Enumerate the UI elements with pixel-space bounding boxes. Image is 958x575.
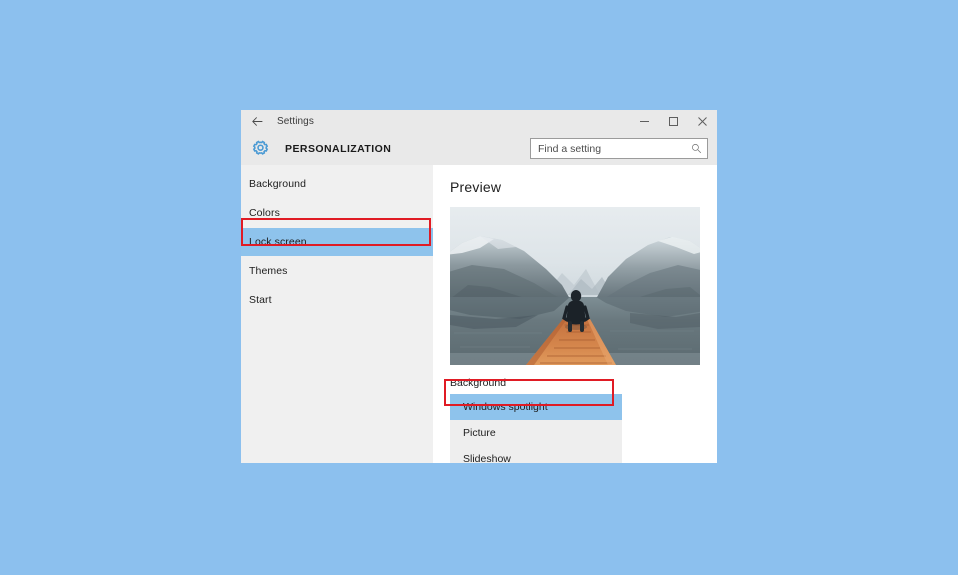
- sidebar-item-label: Background: [249, 178, 307, 190]
- background-option-label: Windows spotlight: [463, 401, 548, 413]
- maximize-button[interactable]: [659, 110, 688, 132]
- gear-icon: [252, 140, 269, 155]
- settings-window: Settings PERSONALIZATION Find a setting …: [241, 110, 717, 463]
- sidebar-item-colors[interactable]: Colors: [241, 199, 433, 227]
- search-box[interactable]: [530, 138, 708, 159]
- sidebar-item-themes[interactable]: Themes: [241, 257, 433, 285]
- background-option-picture[interactable]: Picture: [450, 420, 622, 446]
- maximize-icon: [669, 116, 678, 126]
- page-title: PERSONALIZATION: [285, 142, 392, 155]
- window-title: Settings: [277, 115, 314, 127]
- window-titlebar: Settings: [241, 110, 717, 132]
- close-button[interactable]: [688, 110, 717, 132]
- background-option-slideshow[interactable]: Slideshow: [450, 446, 622, 463]
- sidebar-item-start[interactable]: Start: [241, 286, 433, 314]
- lock-screen-preview-image: [450, 207, 700, 365]
- preview-heading: Preview: [450, 179, 502, 195]
- settings-content: Preview Background Windows spotlight Pic…: [433, 165, 717, 463]
- sidebar-item-lock-screen[interactable]: Lock screen: [241, 228, 433, 256]
- sidebar-item-label: Start: [249, 294, 272, 306]
- window-body: Background Colors Lock screen Themes Sta…: [241, 165, 717, 463]
- sidebar-item-label: Colors: [249, 207, 280, 219]
- preview-scene: [450, 207, 700, 365]
- settings-sidebar: Background Colors Lock screen Themes Sta…: [241, 165, 433, 463]
- background-section-label: Background: [450, 377, 507, 389]
- background-option-label: Picture: [463, 427, 496, 439]
- background-option-windows-spotlight[interactable]: Windows spotlight: [450, 394, 622, 420]
- search-input[interactable]: [538, 142, 691, 155]
- window-controls: [630, 110, 717, 132]
- background-option-label: Slideshow: [463, 453, 511, 463]
- sidebar-item-background[interactable]: Background: [241, 170, 433, 198]
- minimize-button[interactable]: [630, 110, 659, 132]
- sidebar-item-label: Lock screen: [249, 236, 307, 248]
- minimize-icon: [640, 120, 649, 122]
- background-dropdown-list[interactable]: Windows spotlight Picture Slideshow: [450, 394, 622, 463]
- search-icon: [692, 144, 702, 154]
- close-icon: [698, 116, 707, 126]
- back-arrow-icon: [251, 116, 262, 126]
- sidebar-item-label: Themes: [249, 265, 288, 277]
- back-button[interactable]: [241, 110, 273, 132]
- page-header: PERSONALIZATION: [241, 132, 717, 165]
